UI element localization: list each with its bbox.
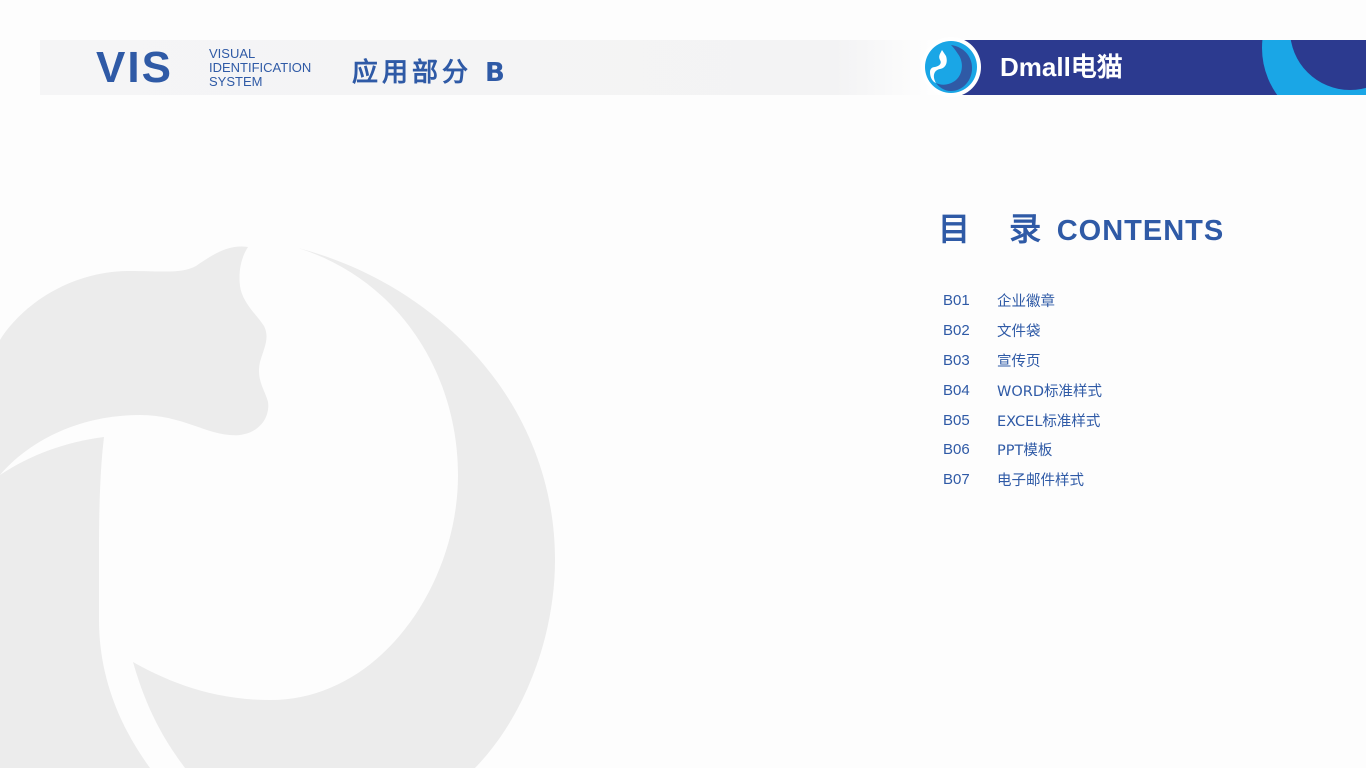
contents-item-code: B04 (943, 381, 970, 399)
contents-item-code: B01 (943, 292, 970, 310)
brand-decor-icon (1262, 40, 1366, 95)
contents-item-label: 企业徽章 (997, 294, 1055, 311)
contents-item[interactable]: B07 电子邮件样式 (943, 465, 1102, 495)
cat-circle-watermark-icon (0, 246, 555, 768)
vis-subtitle: VISUAL IDENTIFICATION SYSTEM (209, 47, 311, 89)
dmall-cat-emblem-icon (921, 37, 981, 97)
contents-item-code: B05 (943, 411, 970, 429)
vis-logo: VIS (96, 43, 173, 92)
contents-item-code: B06 (943, 441, 970, 459)
contents-heading: 目 录 CONTENTS (938, 204, 1224, 250)
contents-heading-zh: 目 录 (938, 210, 1056, 248)
contents-item-code: B02 (943, 322, 970, 340)
contents-item-label: 电子邮件样式 (997, 473, 1084, 490)
contents-item-label: 文件袋 (997, 324, 1041, 341)
contents-item[interactable]: B05 EXCEL标准样式 (943, 405, 1102, 435)
contents-item[interactable]: B04 WORD标准样式 (943, 375, 1102, 405)
vis-subtitle-line-3: SYSTEM (209, 74, 263, 89)
contents-item-label: EXCEL标准样式 (997, 413, 1101, 430)
contents-item[interactable]: B02 文件袋 (943, 316, 1102, 346)
contents-item[interactable]: B03 宣传页 (943, 346, 1102, 376)
contents-item-code: B03 (943, 351, 970, 369)
contents-item-label: PPT模板 (997, 443, 1053, 460)
contents-item[interactable]: B01 企业徽章 (943, 286, 1102, 316)
contents-item-label: 宣传页 (997, 353, 1041, 370)
contents-item-code: B07 (943, 471, 970, 489)
contents-item-label: WORD标准样式 (997, 383, 1102, 400)
vis-subtitle-line-2: IDENTIFICATION (209, 60, 312, 75)
brand-name: Dmall电猫 (1000, 52, 1123, 82)
section-title: 应用部分 B (352, 58, 509, 88)
vis-subtitle-line-1: VISUAL (209, 46, 256, 61)
contents-list: B01 企业徽章 B02 文件袋 B03 宣传页 B04 WORD标准样式 B0… (943, 286, 1102, 495)
contents-item[interactable]: B06 PPT模板 (943, 435, 1102, 465)
contents-heading-en: CONTENTS (1056, 215, 1225, 247)
